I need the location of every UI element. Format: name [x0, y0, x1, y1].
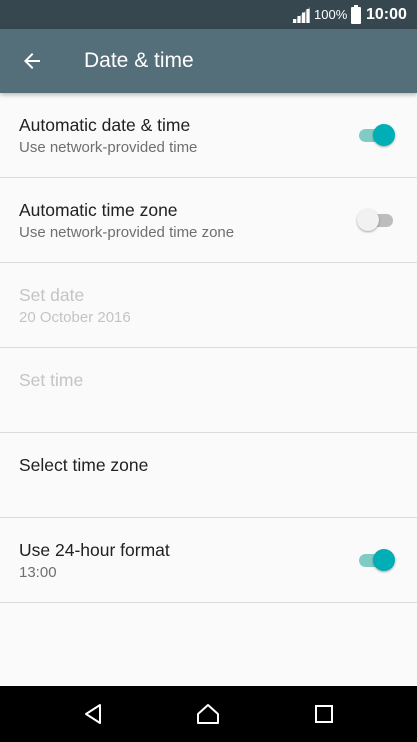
setting-title: Select time zone [19, 455, 149, 475]
battery-percent: 100% [314, 7, 348, 22]
setting-subtitle: Use network-provided time [19, 139, 198, 156]
back-triangle-icon[interactable] [81, 702, 105, 726]
setting-subtitle: Use network-provided time zone [19, 224, 235, 241]
setting-title: Use 24-hour format [19, 540, 170, 560]
toggle-thumb [373, 549, 395, 571]
setting-automatic-date-time[interactable]: Automatic date & time Use network-provid… [0, 93, 417, 178]
home-icon[interactable] [196, 702, 220, 726]
battery-icon [351, 5, 361, 24]
status-clock: 10:00 [366, 6, 407, 23]
status-bar: 100% 10:00 [0, 0, 417, 29]
setting-set-time: Set time [0, 348, 417, 433]
settings-list: Automatic date & time Use network-provid… [0, 93, 417, 603]
setting-automatic-time-zone[interactable]: Automatic time zone Use network-provided… [0, 178, 417, 263]
setting-subtitle: 13:00 [19, 564, 57, 581]
navigation-bar [0, 686, 417, 742]
page-title: Date & time [84, 49, 194, 72]
automatic-time-zone-toggle[interactable] [357, 209, 395, 231]
setting-subtitle: 20 October 2016 [19, 309, 131, 326]
setting-title: Automatic time zone [19, 200, 178, 220]
setting-use-24-hour-format[interactable]: Use 24-hour format 13:00 [0, 518, 417, 603]
toggle-thumb [357, 209, 379, 231]
arrow-left-icon[interactable] [20, 49, 44, 73]
setting-title: Set time [19, 370, 84, 390]
signal-icon [292, 7, 310, 23]
use-24-hour-format-toggle[interactable] [357, 549, 395, 571]
recents-square-icon[interactable] [312, 702, 336, 726]
app-bar: Date & time [0, 29, 417, 93]
setting-title: Set date [19, 285, 85, 305]
automatic-date-time-toggle[interactable] [357, 124, 395, 146]
setting-set-date: Set date 20 October 2016 [0, 263, 417, 348]
toggle-thumb [373, 124, 395, 146]
setting-title: Automatic date & time [19, 115, 191, 135]
setting-select-time-zone[interactable]: Select time zone [0, 433, 417, 518]
